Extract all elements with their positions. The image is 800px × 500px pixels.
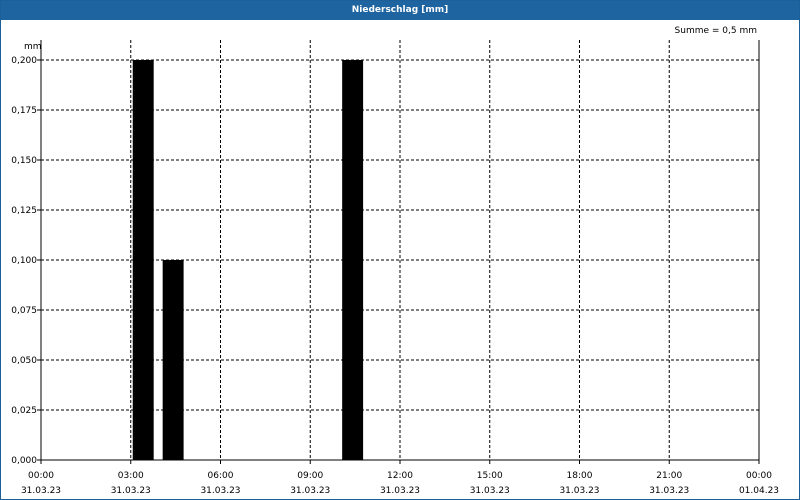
precipitation-bar — [342, 60, 364, 460]
precipitation-bar — [162, 260, 184, 460]
x-tick-date-label: 31.03.23 — [290, 486, 330, 496]
x-tick-time-label: 09:00 — [297, 471, 323, 481]
y-tick-label: 0,000 — [11, 456, 37, 466]
y-tick-label: 0,125 — [11, 206, 37, 216]
y-tick-label: 0,150 — [11, 156, 37, 166]
x-tick-date-label: 31.03.23 — [21, 486, 61, 496]
x-tick-date-label: 31.03.23 — [470, 486, 510, 496]
y-tick-label: 0,175 — [11, 106, 37, 116]
x-tick-time-label: 12:00 — [387, 471, 413, 481]
x-tick-time-label: 00:00 — [28, 471, 54, 481]
x-tick-date-label: 31.03.23 — [380, 486, 420, 496]
y-tick-label: 0,050 — [11, 356, 37, 366]
y-tick-label: 0,075 — [11, 306, 37, 316]
y-axis-unit-label: mm — [24, 42, 42, 52]
precipitation-chart: mm 0,0000,0250,0500,0750,1000,1250,1500,… — [11, 40, 779, 496]
x-tick-date-label: 01.04.23 — [739, 486, 779, 496]
x-tick-time-label: 18:00 — [567, 471, 593, 481]
x-tick-time-label: 15:00 — [477, 471, 503, 481]
y-tick-label: 0,025 — [11, 406, 37, 416]
x-tick-date-label: 31.03.23 — [111, 486, 151, 496]
y-tick-labels: 0,000 0,025 0,050 0,075 0,100 0,125 0,150 0,175… — [11, 56, 37, 466]
x-tick-time-label: 06:00 — [208, 471, 234, 481]
precipitation-bar — [132, 60, 154, 460]
x-tick-time-label: 03:00 — [118, 471, 144, 481]
y-tick-label: 0,200 — [11, 56, 37, 66]
x-tick-labels: 00:00 31.03.23 03:00 31.03.23 06:00 31.03.23 0… — [21, 471, 779, 496]
x-tick-date-label: 31.03.23 — [649, 486, 689, 496]
x-tick-date-label: 31.03.23 — [200, 486, 240, 496]
x-tick-time-label: 00:00 — [746, 471, 772, 481]
x-tick-date-label: 31.03.23 — [559, 486, 599, 496]
y-tick-label: 0,100 — [11, 256, 37, 266]
x-tick-time-label: 21:00 — [656, 471, 682, 481]
